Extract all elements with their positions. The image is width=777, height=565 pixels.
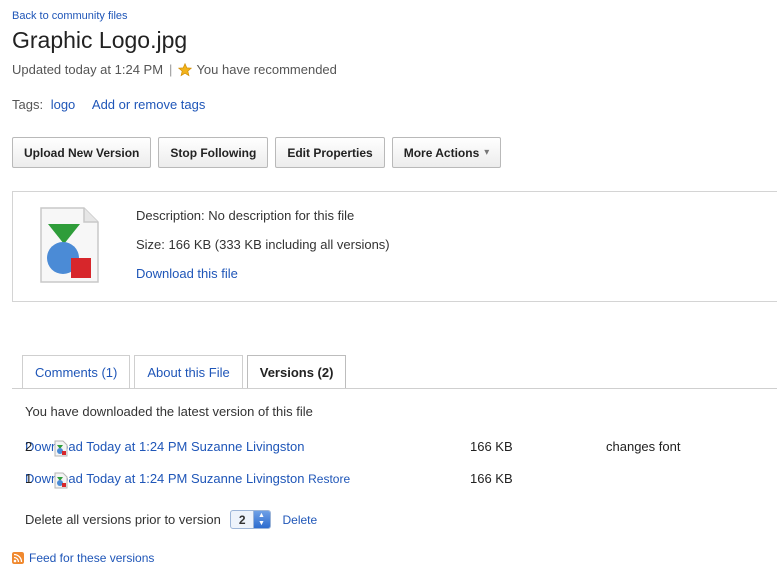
restore-version-link[interactable]: Restore <box>308 472 350 486</box>
file-info-panel: Description: No description for this fil… <box>12 191 777 302</box>
tab-comments-label: Comments (1) <box>35 364 118 380</box>
upload-new-version-button[interactable]: Upload New Version <box>12 137 152 168</box>
tab-versions-label: Versions (2) <box>259 364 334 380</box>
feed-link[interactable]: Feed for these versions <box>29 551 154 565</box>
version-date-link[interactable]: Today at 1:24 PM <box>86 439 187 454</box>
file-meta: Updated today at 1:24 PM | You have reco… <box>12 62 337 77</box>
updated-text: Updated today at 1:24 PM <box>12 62 164 77</box>
action-toolbar: Upload New Version Stop Following Edit P… <box>12 137 502 168</box>
page-title: Graphic Logo.jpg <box>12 27 188 53</box>
more-actions-label: More Actions <box>403 145 480 160</box>
edit-properties-button[interactable]: Edit Properties <box>275 137 385 168</box>
tab-about[interactable]: About this File <box>134 355 243 388</box>
tab-about-label: About this File <box>147 364 230 380</box>
version-size: 166 KB <box>470 439 513 454</box>
delete-versions-row: Delete all versions prior to version 2 ▲… <box>25 510 317 529</box>
version-row: 2 Download Today at 1:24 PM Suzanne Livi… <box>25 439 725 459</box>
delete-versions-link[interactable]: Delete <box>283 513 318 527</box>
tags-label: Tags: <box>12 97 44 112</box>
stepper-arrows-icon[interactable]: ▲ ▼ <box>252 511 270 528</box>
version-size: 166 KB <box>470 471 513 486</box>
version-row: 1 Download Today at 1:24 PM Suzanne Livi… <box>25 471 725 491</box>
meta-separator: | <box>169 62 173 77</box>
feed-row: Feed for these versions <box>12 551 154 565</box>
size-text: Size: 166 KB (333 KB including all versi… <box>136 237 390 252</box>
version-select-value: 2 <box>238 512 246 527</box>
edit-properties-label: Edit Properties <box>287 145 373 160</box>
versions-message: You have downloaded the latest version o… <box>25 404 313 419</box>
version-select[interactable]: 2 ▲ ▼ <box>229 510 271 529</box>
version-number: 2 <box>25 439 33 454</box>
upload-label: Upload New Version <box>24 145 140 160</box>
file-type-icon <box>54 472 68 492</box>
file-type-icon <box>54 440 68 460</box>
version-author-link[interactable]: Suzanne Livingston <box>191 471 304 486</box>
tags-row: Tags: logo Add or remove tags <box>12 97 205 112</box>
tag-logo[interactable]: logo <box>51 97 76 112</box>
more-actions-button[interactable]: More Actions ▾ <box>391 137 502 168</box>
tab-comments[interactable]: Comments (1) <box>22 355 131 388</box>
delete-versions-label: Delete all versions prior to version <box>25 512 221 527</box>
tab-bar: Comments (1) About this File Versions (2… <box>22 355 347 388</box>
stop-following-label: Stop Following <box>170 145 257 160</box>
rss-feed-icon <box>12 552 24 564</box>
star-icon[interactable] <box>178 62 193 77</box>
add-remove-tags-link[interactable]: Add or remove tags <box>92 97 205 112</box>
description-text: Description: No description for this fil… <box>136 208 355 223</box>
download-file-link[interactable]: Download this file <box>136 266 238 281</box>
stop-following-button[interactable]: Stop Following <box>158 137 269 168</box>
version-number: 1 <box>25 471 33 486</box>
tab-divider <box>12 388 777 389</box>
tab-versions[interactable]: Versions (2) <box>246 355 347 388</box>
back-link[interactable]: Back to community files <box>12 10 128 22</box>
image-file-icon <box>40 207 99 283</box>
chevron-down-icon: ▾ <box>484 147 490 158</box>
version-author-link[interactable]: Suzanne Livingston <box>191 439 304 454</box>
recommended-text: You have recommended <box>196 62 337 77</box>
version-comment: changes font <box>606 439 681 454</box>
version-date-link[interactable]: Today at 1:24 PM <box>86 471 187 486</box>
file-info-lines: Description: No description for this fil… <box>136 208 390 295</box>
